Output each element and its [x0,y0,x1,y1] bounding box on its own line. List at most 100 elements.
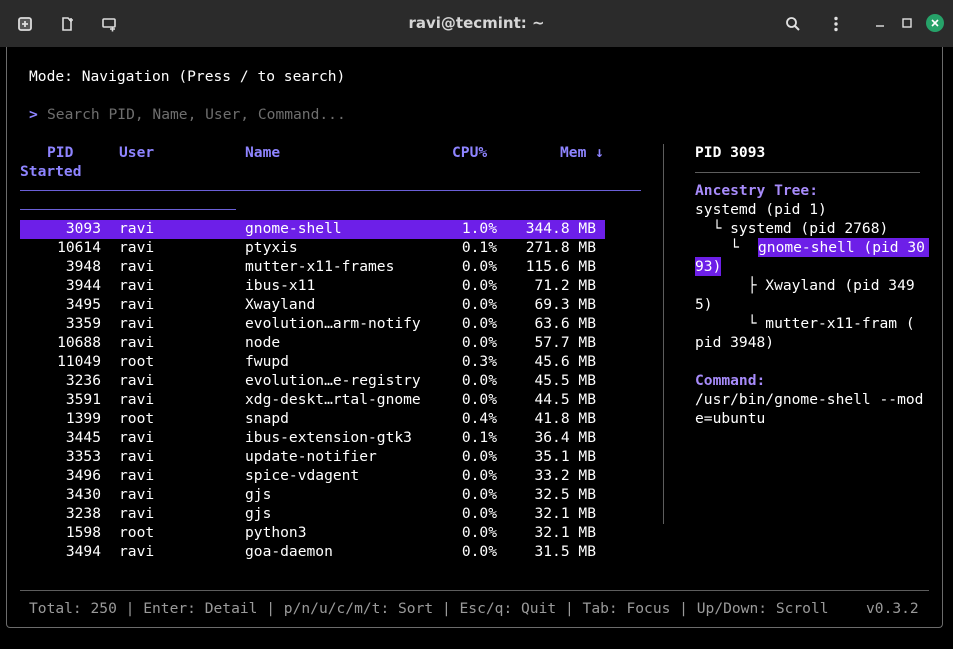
table-row[interactable]: 3445 ravi ibus-extension-gtk3 0.1% 36.4 MB [20,428,620,447]
tree-line: systemd (pid 1) [695,201,827,218]
cell-user: ravi [119,258,155,275]
cell-name: gnome-shell [245,220,342,237]
cell-name: ptyxis [245,239,298,256]
cell-user: ravi [119,505,155,522]
title-bar: ravi@tecmint: ~ [0,0,953,47]
header-mem[interactable]: Mem ↓ [560,143,604,162]
header-cpu[interactable]: CPU% [452,143,487,162]
header-started[interactable]: Started [20,162,82,181]
tree-line: └ [695,239,748,256]
table-row[interactable]: 3353 ravi update-notifier 0.0% 35.1 MB [20,447,620,466]
cell-pid: 3496 [65,467,101,484]
cell-pid: 3445 [65,429,101,446]
cell-cpu: 0.0% [461,372,497,389]
header-user[interactable]: User [119,143,154,162]
table-row-selected[interactable]: 3093 ravi gnome-shell 1.0% 344.8 MB [20,219,620,238]
command-line: /usr/bin/gnome-shell --mod [695,391,924,408]
cell-cpu: 0.0% [461,524,497,541]
cell-name: mutter-x11-frames [245,258,395,275]
cell-mem: 344.8 MB [525,220,596,237]
table-row[interactable]: 10688 ravi node 0.0% 57.7 MB [20,333,620,352]
table-row[interactable]: 1598 root python3 0.0% 32.1 MB [20,523,620,542]
cell-user: ravi [119,334,155,351]
cell-user: ravi [119,543,155,560]
table-row[interactable]: 3236 ravi evolution…e-registry 0.0% 45.5 MB [20,371,620,390]
cell-pid: 3430 [65,486,101,503]
cell-cpu: 0.0% [461,505,497,522]
cell-pid: 3353 [65,448,101,465]
table-row[interactable]: 3495 ravi Xwayland 0.0% 69.3 MB [20,295,620,314]
cell-name: ibus-x11 [245,277,316,294]
table-row[interactable]: 1399 root snapd 0.4% 41.8 MB [20,409,620,428]
table-row[interactable]: 3359 ravi evolution…arm-notify 0.0% 63.6 MB [20,314,620,333]
cell-user: ravi [119,448,155,465]
cell-name: node [245,334,281,351]
cell-cpu: 0.0% [461,315,497,332]
tree-line-current: gnome-shell (pid 30 [758,238,929,257]
minimize-icon [875,15,885,32]
close-icon [930,15,940,32]
command-line: e=ubuntu [695,410,766,427]
cell-user: ravi [119,277,155,294]
version-label: v0.3.2 [866,600,919,617]
cell-name: python3 [245,524,307,541]
status-bar: Total: 250 | Enter: Detail | p/n/u/c/m/t… [29,600,829,617]
tree-line: └ systemd (pid 2768) [695,220,889,237]
cell-cpu: 0.0% [461,486,497,503]
cell-name: evolution…e-registry [245,372,421,389]
cell-mem: 45.6 MB [534,353,596,370]
close-button[interactable] [926,14,944,32]
cell-pid: 3494 [65,543,101,560]
table-row[interactable]: 10614 ravi ptyxis 0.1% 271.8 MB [20,238,620,257]
cell-pid: 10688 [57,334,101,351]
header-underline [20,209,236,210]
menu-button[interactable] [822,10,850,38]
table-row[interactable]: 3948 ravi mutter-x11-frames 0.0% 115.6 MB [20,257,620,276]
cell-name: evolution…arm-notify [245,315,421,332]
cell-user: ravi [119,486,155,503]
cell-user: ravi [119,391,155,408]
cell-mem: 33.2 MB [534,467,596,484]
cell-mem: 44.5 MB [534,391,596,408]
cell-user: ravi [119,315,155,332]
minimize-button[interactable] [870,13,890,33]
cell-pid: 3238 [65,505,101,522]
table-row[interactable]: 11049 root fwupd 0.3% 45.6 MB [20,352,620,371]
cell-mem: 63.6 MB [534,315,596,332]
cell-name: spice-vdagent [245,467,360,484]
search-prompt: > [29,106,38,123]
cell-mem: 31.5 MB [534,543,596,560]
cell-user: ravi [119,296,155,313]
table-row[interactable]: 3494 ravi goa-daemon 0.0% 31.5 MB [20,542,620,561]
cell-cpu: 0.0% [461,334,497,351]
search-button[interactable] [779,10,807,38]
cell-mem: 71.2 MB [534,277,596,294]
cell-name: Xwayland [245,296,316,313]
window-title: ravi@tecmint: ~ [408,14,545,32]
kebab-menu-icon [833,16,839,32]
search-icon [785,16,801,32]
detail-divider [695,172,920,173]
mode-line: Mode: Navigation (Press / to search) [29,68,346,85]
cell-user: ravi [119,220,155,237]
cell-mem: 271.8 MB [525,239,596,256]
cell-cpu: 0.0% [461,467,497,484]
cell-cpu: 0.0% [461,448,497,465]
cell-cpu: 1.0% [461,220,497,237]
table-row[interactable]: 3238 ravi gjs 0.0% 32.1 MB [20,504,620,523]
cell-user: ravi [119,429,155,446]
table-row[interactable]: 3591 ravi xdg-deskt…rtal-gnome 0.0% 44.5 MB [20,390,620,409]
cell-name: goa-daemon [245,543,333,560]
tree-line: └ mutter-x11-fram ( [695,315,915,332]
detail-title: PID 3093 [695,144,766,161]
table-row[interactable]: 3944 ravi ibus-x11 0.0% 71.2 MB [20,276,620,295]
maximize-button[interactable] [897,13,917,33]
table-row[interactable]: 3496 ravi spice-vdagent 0.0% 33.2 MB [20,466,620,485]
cell-pid: 3236 [65,372,101,389]
cell-mem: 41.8 MB [534,410,596,427]
header-name[interactable]: Name [245,143,280,162]
cell-cpu: 0.0% [461,277,497,294]
header-pid[interactable]: PID [47,143,73,162]
table-row[interactable]: 3430 ravi gjs 0.0% 32.5 MB [20,485,620,504]
cell-mem: 35.1 MB [534,448,596,465]
